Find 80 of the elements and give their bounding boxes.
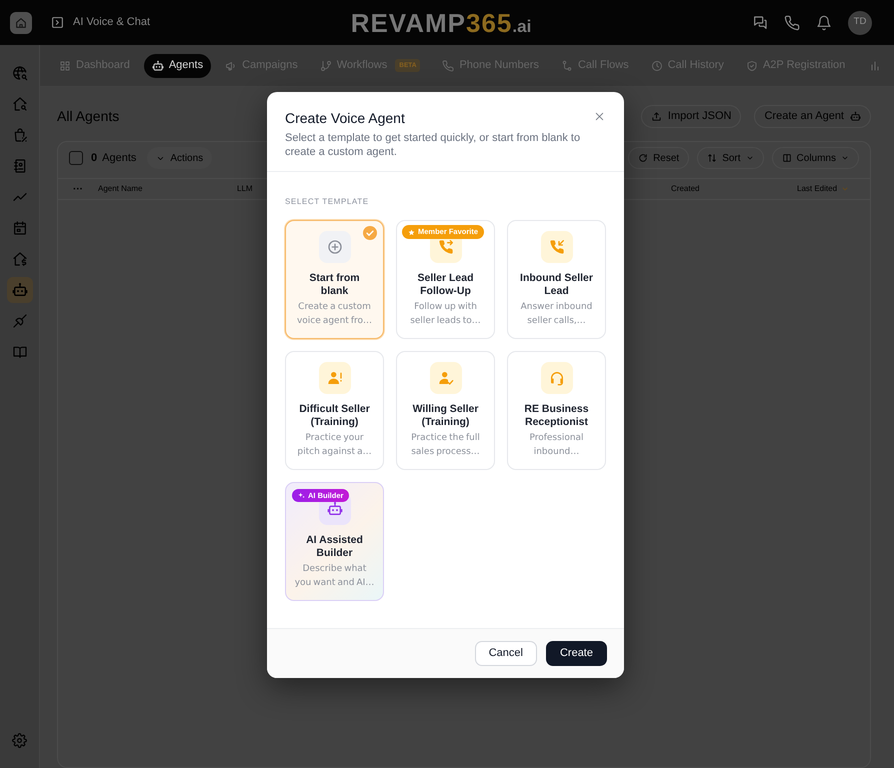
template-title: Inbound Seller Lead	[519, 272, 594, 297]
book-icon[interactable]	[12, 344, 28, 360]
section-label: SELECT TEMPLATE	[285, 196, 370, 208]
clock-icon	[650, 60, 663, 72]
template-description: Practice the full sales process…	[410, 432, 481, 459]
template-card[interactable]: Inbound Seller Lead Answer inbound seller calls,…	[507, 220, 606, 339]
template-description: Describe what you want and AI…	[294, 563, 375, 590]
sidebar-toggle-icon[interactable]	[51, 16, 64, 29]
select-all-checkbox[interactable]	[69, 151, 83, 165]
template-title: Willing Seller (Training)	[412, 403, 480, 428]
dialog-title: Create Voice Agent	[285, 109, 406, 128]
settings-icon[interactable]	[12, 733, 27, 748]
brand-logo: REVAMP365.ai	[350, 10, 532, 36]
column-header: Last Edited	[797, 183, 838, 195]
app-name: AI Voice & Chat	[73, 15, 150, 30]
template-description: Create a custom voice agent fro…	[296, 301, 374, 328]
globe-search-icon[interactable]	[12, 64, 28, 80]
robot-icon[interactable]	[6, 276, 32, 302]
app-logo-icon[interactable]	[10, 12, 32, 34]
house-dollar-icon[interactable]	[12, 250, 28, 266]
template-card[interactable]: Willing Seller (Training) Practice the full sales process…	[396, 351, 495, 470]
template-title: Start from blank	[308, 272, 361, 297]
template-title: AI Assisted Builder	[305, 534, 364, 559]
toolbar-button[interactable]: Sort	[697, 147, 764, 169]
template-description: Answer inbound seller calls,…	[520, 301, 594, 328]
actions-button[interactable]: Actions	[147, 147, 212, 169]
columns-icon	[782, 153, 792, 163]
upload-icon	[650, 111, 662, 122]
phone-icon	[442, 60, 454, 72]
megaphone-icon	[225, 60, 238, 72]
cancel-button[interactable]: Cancel	[474, 641, 537, 666]
toolbar-button[interactable]: Columns	[772, 147, 859, 169]
sort-arrows-icon	[707, 153, 718, 163]
robot-icon	[152, 60, 164, 72]
flow-icon	[560, 60, 573, 72]
template-title: Seller Lead Follow-Up	[416, 272, 475, 297]
template-card[interactable]: Difficult Seller (Training) Practice your pitch against a…	[285, 351, 384, 470]
user-avatar[interactable]: TD	[848, 10, 872, 34]
create-button[interactable]: Create	[546, 641, 607, 666]
contact-book-icon[interactable]	[12, 158, 28, 174]
check-icon	[363, 226, 377, 240]
chat-icon[interactable]	[752, 14, 768, 30]
calendar-icon[interactable]	[12, 220, 28, 236]
bar-chart-icon[interactable]	[869, 60, 882, 72]
phone-arrow-in-icon	[540, 231, 572, 263]
branch-icon	[320, 60, 332, 72]
count-label: Agents	[102, 150, 136, 166]
person-alert-icon	[318, 362, 350, 394]
import-json-button[interactable]: Import JSON	[640, 105, 742, 128]
template-card[interactable]: Start from blank Create a custom voice agent fro…	[285, 220, 384, 339]
page-title: All Agents	[57, 108, 120, 125]
close-icon[interactable]	[594, 111, 605, 122]
column-header: LLM	[237, 183, 254, 195]
template-description: Follow up with seller leads to…	[409, 301, 482, 328]
robot-icon	[850, 111, 861, 122]
create-agent-button[interactable]: Create an Agent	[754, 105, 871, 128]
template-description: Professional inbound…	[528, 432, 585, 459]
template-card[interactable]: RE Business Receptionist Professional inbound…	[507, 351, 606, 470]
column-header: ···	[73, 182, 84, 196]
person-check-icon	[430, 362, 462, 394]
grid-icon	[59, 60, 71, 72]
house-search-icon[interactable]	[12, 96, 28, 112]
column-header: Created	[671, 183, 700, 195]
column-header: Agent Name	[98, 183, 144, 195]
agent-count: 0	[91, 150, 98, 166]
headset-icon	[540, 362, 572, 394]
phone-icon[interactable]	[784, 14, 800, 30]
template-title: Difficult Seller (Training)	[298, 403, 371, 428]
sort-chevron-icon[interactable]	[841, 185, 850, 193]
bell-icon[interactable]	[816, 14, 832, 30]
toolbar-button[interactable]: Reset	[628, 147, 690, 169]
sparkle-icon	[298, 492, 305, 499]
nav-tab[interactable]: Agents	[144, 54, 212, 78]
shield-check-icon	[746, 60, 758, 72]
template-description: Practice your pitch against a…	[296, 432, 373, 459]
refresh-icon	[638, 153, 648, 163]
template-title: RE Business Receptionist	[523, 403, 590, 428]
star-icon	[408, 228, 415, 236]
plug-icon[interactable]	[12, 312, 28, 328]
dialog-subtitle: Select a template to get started quickly, or start from blank to create a custom agent.	[285, 131, 582, 159]
